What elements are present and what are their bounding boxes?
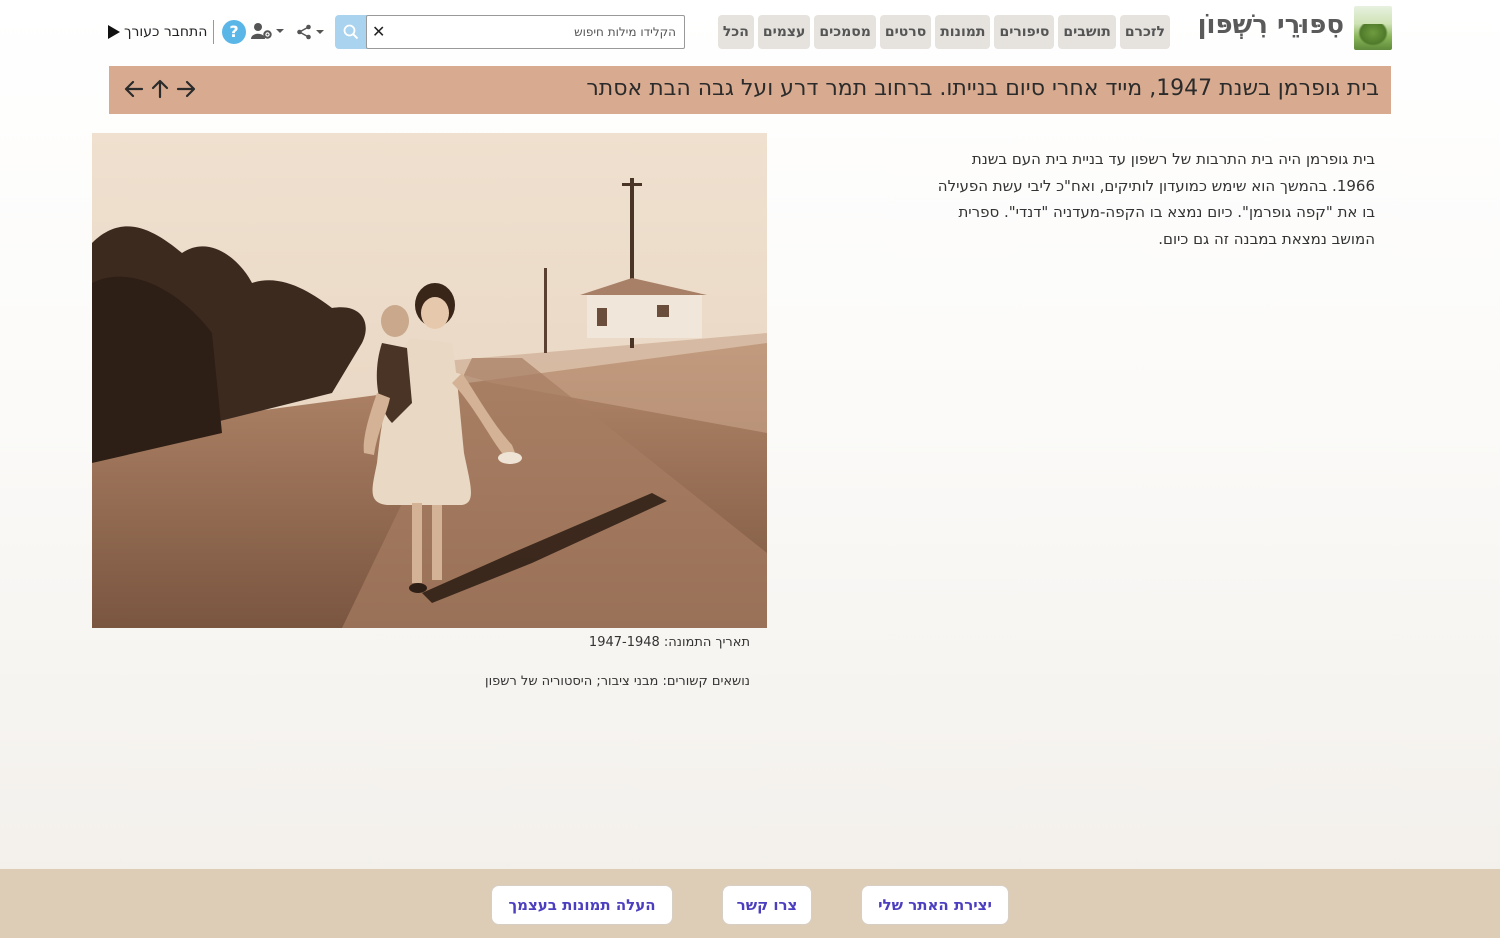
clear-search-icon[interactable]: ✕ [372,22,385,42]
photo-date: תאריך התמונה: 1947-1948 [588,635,750,650]
search-bar: ✕ [335,15,685,51]
arrow-up-icon[interactable] [149,78,171,100]
chevron-down-icon [276,29,284,33]
upload-photos-button[interactable]: העלה תמונות בעצמך [491,885,673,925]
search-button[interactable] [335,15,367,49]
description-line: בית גופרמן היה בית התרבות של רשפון עד בנ… [971,150,1375,168]
nav-in-memoriam[interactable]: לזכרם [1119,15,1170,49]
site-title[interactable]: סִפּוּרֵי רִשְׁפּוֹן [1198,10,1344,40]
description-line: המושב נמצאת במבנה זה גם כיום. [1158,229,1375,248]
nav-objects[interactable]: עצמים [757,15,811,49]
search-icon [343,24,359,40]
create-site-button[interactable]: יצירת האתר שלי [861,885,1009,925]
share-menu[interactable] [296,22,325,42]
nav-films[interactable]: סרטים [879,15,932,49]
chevron-down-icon [316,30,324,34]
nav-photos[interactable]: תמונות [935,15,991,49]
header: סִפּוּרֵי רִשְׁפּוֹן לזכרם תושבים סיפורי… [0,0,1500,64]
nav-stories[interactable]: סיפורים [994,15,1055,49]
help-icon[interactable]: ? [222,20,246,44]
site-logo[interactable] [1354,6,1392,50]
search-field: ✕ [366,15,685,49]
historic-photo[interactable] [92,133,767,628]
search-input[interactable] [391,16,676,48]
page-title-bar: בית גופרמן בשנת 1947, מייד אחרי סיום בני… [109,66,1391,114]
main-nav: לזכרם תושבים סיפורים תמונות סרטים מסמכים… [717,15,1170,49]
editor-login-link[interactable]: התחבר כעורך [108,22,207,42]
description-line: 1966. בהמשך הוא שימש כמועדון לותיקים, וא… [937,176,1375,195]
nav-residents[interactable]: תושבים [1058,15,1116,49]
contact-button[interactable]: צרו קשר [722,885,812,925]
share-icon [297,24,311,40]
editor-login-label: התחבר כעורך [124,24,208,40]
description-line: בו את "קפה גופרמן". כיום נמצא בו הקפה-מע… [958,203,1375,221]
user-settings-menu[interactable] [251,21,285,41]
arrow-right-icon[interactable] [175,78,197,100]
nav-all[interactable]: הכל [717,15,754,49]
page-title: בית גופרמן בשנת 1947, מייד אחרי סיום בני… [586,76,1379,101]
play-icon [108,25,120,39]
item-description: בית גופרמן היה בית התרבות של רשפון עד בנ… [875,146,1375,252]
header-divider [213,20,214,44]
item-navigation [123,78,197,100]
arrow-left-icon[interactable] [123,78,145,100]
related-topics[interactable]: נושאים קשורים: מבני ציבור; היסטוריה של ר… [485,674,750,689]
footer: יצירת האתר שלי צרו קשר העלה תמונות בעצמך [0,869,1500,938]
nav-documents[interactable]: מסמכים [814,15,876,49]
user-settings-icon [251,23,272,39]
